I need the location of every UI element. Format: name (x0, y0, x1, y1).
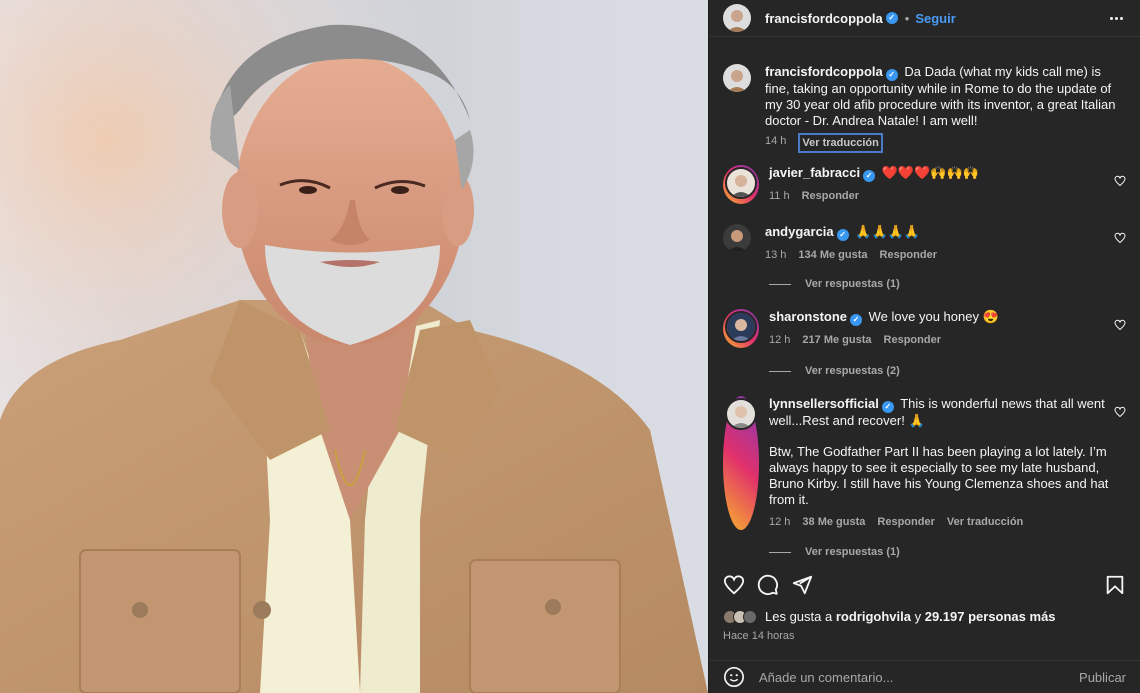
verified-icon: ✓ (850, 314, 863, 326)
view-replies-label: Ver respuestas (1) (805, 278, 900, 290)
post-time-ago[interactable]: Hace 14 horas (723, 630, 795, 642)
like-comment-heart-icon[interactable] (1114, 319, 1126, 331)
verified-icon: ✓ (885, 69, 898, 81)
comment-likes[interactable]: 134 Me gusta (798, 247, 867, 263)
comment-username[interactable]: lynnsellersofficial (769, 396, 879, 411)
comment-username[interactable]: javier_fabracci (769, 165, 860, 180)
translate-button[interactable]: Ver traducción (947, 514, 1023, 530)
author-username[interactable]: francisfordcoppola (765, 11, 883, 26)
instagram-post-view: francisfordcoppola ✓ • Seguir francisfor… (0, 0, 1140, 693)
comment-avatar-ring[interactable] (723, 309, 759, 348)
comment-likes[interactable]: 217 Me gusta (802, 332, 871, 348)
comment-item: javier_fabracci ✓ ❤️❤️❤️🙌🙌🙌 11 h Responde… (723, 165, 1126, 204)
comment-avatar[interactable] (723, 224, 751, 252)
follow-button[interactable]: Seguir (915, 11, 955, 26)
comment-likes[interactable]: 38 Me gusta (802, 514, 865, 530)
comment-time: 12 h (769, 516, 791, 528)
replies-dash (769, 370, 791, 372)
comment-avatar-ring[interactable] (723, 396, 759, 530)
verified-icon: ✓ (863, 170, 876, 182)
view-replies-button[interactable]: Ver respuestas (2) (769, 365, 900, 377)
emoji-icon[interactable] (723, 666, 745, 688)
liker-avatar (743, 609, 757, 624)
like-comment-heart-icon[interactable] (1114, 175, 1126, 187)
likes-summary: Les gusta a rodrigohvila y 29.197 person… (723, 609, 1056, 624)
post-caption: francisfordcoppola ✓ Da Dada (what my kid… (723, 64, 1126, 153)
post-actions (723, 574, 1126, 598)
author-avatar[interactable] (723, 4, 751, 32)
comment-item: lynnsellersofficial ✓ This is wonderful n… (723, 396, 1126, 530)
comment-input[interactable] (759, 669, 1080, 685)
portrait-illustration (0, 0, 708, 693)
view-replies-button[interactable]: Ver respuestas (1) (769, 278, 900, 290)
comment-username[interactable]: sharonstone (769, 309, 847, 324)
view-replies-label: Ver respuestas (2) (805, 365, 900, 377)
verified-icon: ✓ (885, 12, 898, 24)
add-comment-bar: Publicar (709, 660, 1140, 693)
comment-item: sharonstone ✓ We love you honey 😍 12 h 21… (723, 309, 1126, 348)
translate-button[interactable]: Ver traducción (798, 133, 883, 153)
like-comment-heart-icon[interactable] (1114, 406, 1126, 418)
like-comment-heart-icon[interactable] (1114, 232, 1126, 244)
comment-time: 12 h (769, 334, 791, 346)
reply-button[interactable]: Responder (877, 514, 934, 530)
comment-avatar (725, 167, 757, 199)
post-photo[interactable] (0, 0, 708, 693)
comment-text: 🙏🙏🙏🙏 (855, 224, 921, 239)
replies-dash (769, 551, 791, 553)
comment-username[interactable]: andygarcia (765, 224, 834, 239)
view-replies-label: Ver respuestas (1) (805, 546, 900, 558)
comment-avatar (725, 311, 757, 343)
comment-time: 13 h (765, 249, 787, 261)
reply-button[interactable]: Responder (884, 332, 941, 348)
comment-text: ❤️❤️❤️🙌🙌🙌 (881, 165, 979, 180)
reply-button[interactable]: Responder (802, 188, 859, 204)
replies-dash (769, 283, 791, 285)
caption-username[interactable]: francisfordcoppola (765, 64, 883, 79)
post-sidebar: francisfordcoppola ✓ • Seguir francisfor… (708, 0, 1140, 693)
verified-icon: ✓ (881, 401, 894, 413)
post-header: francisfordcoppola ✓ • Seguir (709, 0, 1140, 36)
view-replies-button[interactable]: Ver respuestas (1) (769, 546, 900, 558)
bookmark-icon[interactable] (1104, 574, 1126, 596)
comment-avatar-ring[interactable] (723, 165, 759, 204)
comment-avatar (725, 398, 757, 430)
likers-avatars[interactable] (723, 609, 757, 624)
heart-icon[interactable] (723, 574, 745, 596)
liker-username[interactable]: rodrigohvila (836, 609, 911, 624)
comment-item: andygarcia ✓ 🙏🙏🙏🙏 13 h 134 Me gusta Respo… (723, 224, 1126, 263)
publish-button[interactable]: Publicar (1079, 670, 1126, 685)
share-icon[interactable] (791, 574, 813, 596)
caption-avatar[interactable] (723, 64, 751, 92)
likes-prefix: Les gusta a (765, 609, 833, 624)
header-divider (709, 36, 1140, 37)
comment-text: We love you honey 😍 (868, 309, 999, 324)
caption-time: 14 h (765, 135, 787, 147)
comment-icon[interactable] (757, 574, 779, 596)
separator-dot: • (904, 10, 910, 26)
comment-text-continued: Btw, The Godfather Part II has been play… (769, 444, 1109, 507)
comment-time: 11 h (769, 190, 790, 202)
likes-count[interactable]: 29.197 personas más (925, 609, 1056, 624)
verified-icon: ✓ (836, 229, 849, 241)
more-icon[interactable] (1110, 10, 1126, 26)
reply-button[interactable]: Responder (880, 247, 937, 263)
likes-mid: y (914, 609, 922, 624)
